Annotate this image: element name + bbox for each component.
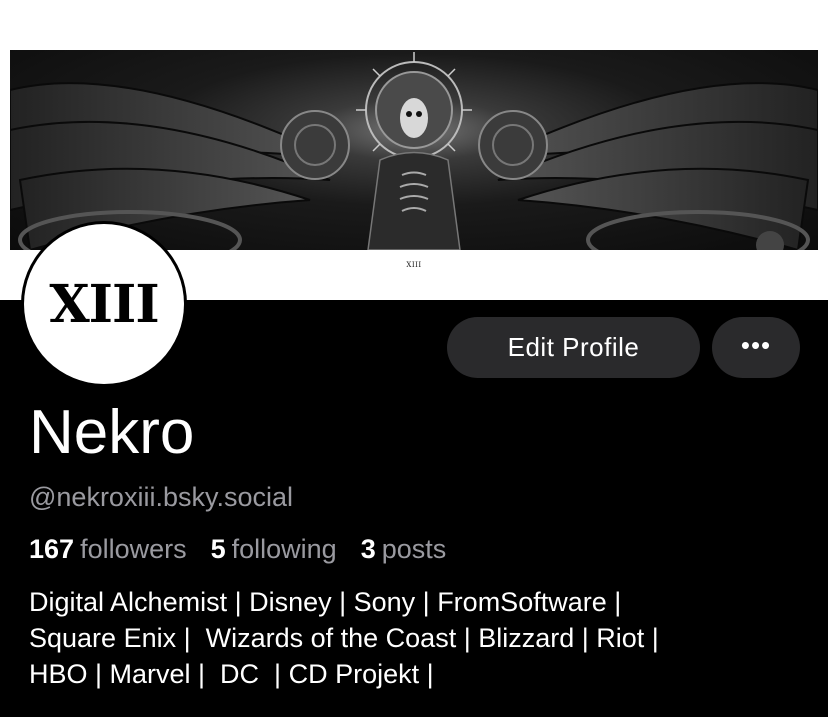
bio-line: HBO | Marvel | DC | CD Projekt |: [29, 659, 434, 689]
profile-stats: 167 followers 5 following 3 posts: [29, 534, 470, 565]
profile-bio: Digital Alchemist | Disney | Sony | From…: [29, 584, 819, 692]
posts-label: posts: [381, 534, 447, 564]
avatar-image: XIII: [24, 224, 184, 384]
followers-label: followers: [80, 534, 187, 564]
edit-profile-button[interactable]: Edit Profile: [447, 317, 700, 378]
ellipsis-icon: •••: [740, 329, 772, 360]
more-options-button[interactable]: •••: [712, 317, 800, 378]
following-stat[interactable]: 5 following: [211, 534, 337, 565]
avatar-logo-text: XIII: [49, 273, 159, 335]
following-count: 5: [210, 534, 226, 564]
display-name: Nekro: [29, 398, 195, 467]
bio-line: Square Enix | Wizards of the Coast | Bli…: [29, 623, 659, 653]
bio-line: Digital Alchemist | Disney | Sony | From…: [29, 587, 622, 617]
avatar[interactable]: XIII: [21, 221, 187, 387]
followers-count: 167: [29, 534, 75, 564]
banner-artwork: [10, 50, 818, 250]
posts-count: 3: [360, 534, 376, 564]
following-label: following: [231, 534, 337, 564]
posts-stat: 3 posts: [361, 534, 447, 565]
followers-stat[interactable]: 167 followers: [29, 534, 187, 565]
profile-handle: @nekroxiii.bsky.social: [29, 482, 293, 512]
